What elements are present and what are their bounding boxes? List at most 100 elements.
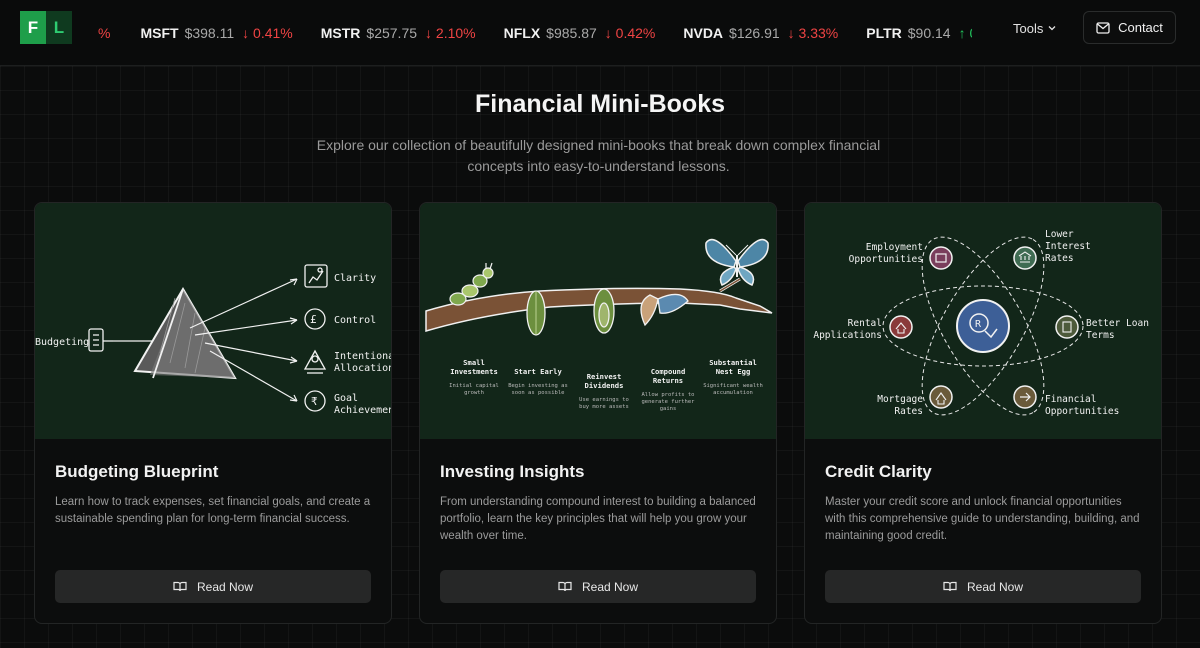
illustration-label: Rental <box>848 318 882 329</box>
pyramid-shape <box>133 287 237 380</box>
page-subtitle: Explore our collection of beautifully de… <box>316 137 881 174</box>
illustration-label: Applications <box>813 330 882 341</box>
house-key-icon <box>889 315 913 339</box>
card-illustration: Budgeting £ ₹ Clarity Control Intention … <box>35 203 391 439</box>
emerging-butterfly-icon <box>640 293 689 327</box>
people-hierarchy-icon <box>303 349 327 374</box>
stock-ticker: % MSFT $398.11 ↓ 0.41% MSTR $257.75 ↓ 2.… <box>90 0 972 66</box>
ticker-symbol: MSFT <box>140 25 179 41</box>
ticker-fragment: % <box>98 25 111 41</box>
illustration-label: Goal <box>334 393 358 404</box>
budgeting-pyramid-illustration: Budgeting £ ₹ Clarity Control Intention … <box>35 264 391 416</box>
read-now-button[interactable]: Read Now <box>825 570 1141 603</box>
card-illustration: Small Investments Initial capital growth… <box>420 203 776 439</box>
ticker-symbol: NFLX <box>503 25 541 41</box>
page-title: Financial Mini-Books <box>474 90 726 118</box>
ticker-symbol: MSTR <box>320 25 361 41</box>
illustration-label: Rates <box>1045 253 1074 264</box>
card-investing-insights: Small Investments Initial capital growth… <box>419 202 777 624</box>
stage-title: Reinvest <box>587 372 622 381</box>
book-open-icon <box>173 581 187 592</box>
rupee-target-icon: ₹ <box>304 390 326 412</box>
read-now-button[interactable]: Read Now <box>55 570 371 603</box>
stage-note: generate further <box>642 399 696 405</box>
stage-note: soon as possible <box>512 390 565 396</box>
stage-note: Begin investing as <box>508 383 568 389</box>
illustration-label: Control <box>334 315 376 326</box>
ticker-price: $398.11 <box>184 25 235 41</box>
mortgage-house-icon <box>929 385 953 409</box>
illustration-label: Lower <box>1045 229 1074 240</box>
read-now-label: Read Now <box>581 579 639 594</box>
top-navigation-bar: F L % MSFT $398.11 ↓ 0.41% MSTR $257.75 … <box>0 0 1200 66</box>
stage-note: Significant wealth <box>703 383 763 389</box>
svg-text:£: £ <box>310 313 317 326</box>
stage-title: Dividends <box>585 381 624 390</box>
card-credit-clarity: R Employment Opportunities Lower Interes… <box>804 202 1162 624</box>
credit-orbit-illustration: R Employment Opportunities Lower Interes… <box>813 229 1149 417</box>
logo-letter-f: F <box>20 11 46 44</box>
tools-label: Tools <box>1013 20 1044 36</box>
illustration-label: Better Loan <box>1086 318 1149 329</box>
stage-title: Returns <box>653 376 683 385</box>
read-now-label: Read Now <box>196 579 254 594</box>
card-title: Budgeting Blueprint <box>55 462 219 481</box>
card-description: Master your credit score and unlock fina… <box>825 496 1140 542</box>
illustration-label: Mortgage <box>877 394 923 405</box>
card-budgeting-blueprint: Budgeting £ ₹ Clarity Control Intention … <box>34 202 392 624</box>
stage-note: Initial capital <box>449 383 499 389</box>
read-now-label: Read Now <box>966 579 1024 594</box>
ticker-change: ↓ 2.10% <box>425 25 476 41</box>
contact-button[interactable]: Contact <box>1083 11 1176 44</box>
book-open-icon <box>943 581 957 592</box>
stage-note: buy more assets <box>579 404 629 410</box>
chevron-down-icon <box>1048 26 1056 31</box>
ticker-price: $985.87 <box>546 25 597 41</box>
stage-note: gains <box>660 406 677 412</box>
card-illustration: R Employment Opportunities Lower Interes… <box>805 203 1161 439</box>
loan-document-icon <box>1055 315 1079 339</box>
stage-title: Substantial <box>709 358 757 367</box>
ticker-item-nflx[interactable]: NFLX $985.87 ↓ 0.42% <box>504 25 656 41</box>
illustration-label: Budgeting <box>35 337 89 348</box>
svg-text:₹: ₹ <box>311 395 318 408</box>
ticker-price: $90.14 <box>907 25 951 41</box>
site-logo[interactable]: F L <box>20 11 72 44</box>
ticker-symbol: NVDA <box>683 25 724 41</box>
card-title: Credit Clarity <box>825 462 932 481</box>
svg-text:R: R <box>975 319 982 330</box>
stage-title: Start Early <box>514 367 562 376</box>
mail-icon <box>1096 21 1110 34</box>
chrysalis-icon <box>593 288 615 334</box>
ticker-item-nvda[interactable]: NVDA $126.91 ↓ 3.33% <box>683 25 838 41</box>
butterfly-growth-illustration: Small Investments Initial capital growth… <box>425 238 773 412</box>
illustration-label: Intentional <box>334 351 391 362</box>
contact-label: Contact <box>1118 20 1163 35</box>
illustration-label: Opportunities <box>1045 406 1119 417</box>
stage-title: Nest Egg <box>716 367 751 376</box>
card-description: Learn how to track expenses, set financi… <box>55 496 371 525</box>
illustration-label: Allocation <box>334 363 391 374</box>
illustration-label: Rates <box>894 406 923 417</box>
ticker-symbol: PLTR <box>866 25 902 41</box>
read-now-button[interactable]: Read Now <box>440 570 756 603</box>
ticker-change: ↓ 0.42% <box>604 25 656 41</box>
document-icon <box>88 328 113 352</box>
stage-note: Allow profits to <box>642 392 695 398</box>
stage-note: growth <box>464 390 484 396</box>
ticker-item-pltr[interactable]: PLTR $90.14 ↑ 0.93% <box>866 25 972 41</box>
ticker-item-msft[interactable]: MSFT $398.11 ↓ 0.41% <box>140 25 292 41</box>
ticker-change: ↓ 3.33% <box>787 25 839 41</box>
pound-coin-icon: £ <box>304 308 326 330</box>
illustration-label: Achievement <box>334 405 391 416</box>
tools-menu[interactable]: Tools <box>1013 18 1057 38</box>
illustration-label: Opportunities <box>849 254 923 265</box>
credit-score-icon: R <box>956 299 1010 353</box>
butterfly-icon <box>705 238 769 286</box>
book-open-icon <box>558 581 572 592</box>
logo-letter-l: L <box>46 11 72 44</box>
ticker-item-mstr[interactable]: MSTR $257.75 ↓ 2.10% <box>321 25 476 41</box>
bank-icon <box>1013 246 1037 270</box>
ticker-price: $257.75 <box>366 25 418 41</box>
stage-title: Small <box>463 358 485 367</box>
